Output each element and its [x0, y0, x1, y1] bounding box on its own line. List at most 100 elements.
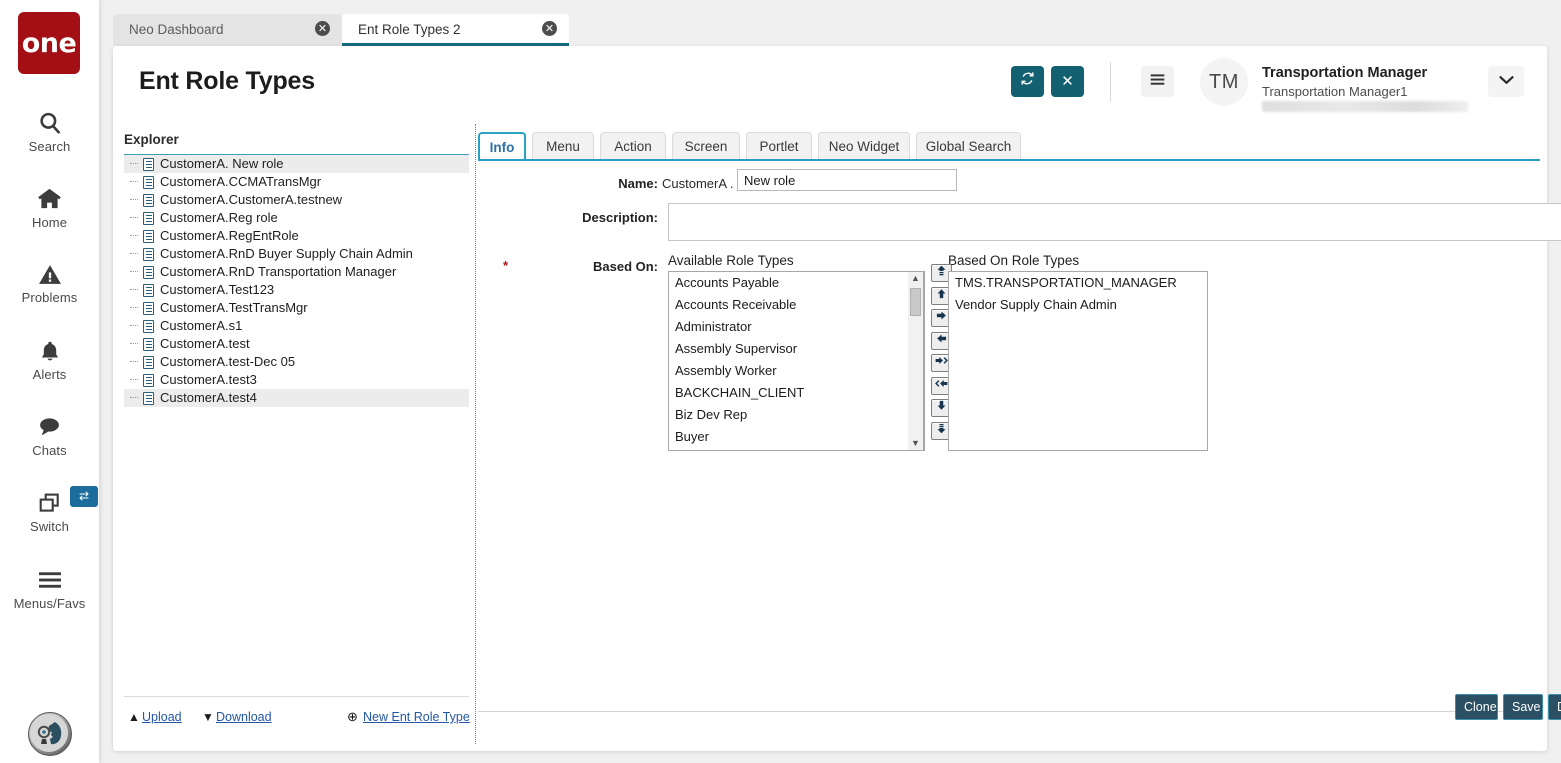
rail-item-menus-favs[interactable]: Menus/Favs — [0, 561, 99, 611]
tree-connector — [130, 289, 138, 291]
available-role-type-item[interactable]: Administrator — [669, 316, 924, 338]
explorer-list-item[interactable]: CustomerA. New role — [124, 155, 469, 173]
tab-menu[interactable]: Menu — [532, 132, 594, 160]
tab-portlet[interactable]: Portlet — [746, 132, 812, 160]
warning-triangle-icon — [0, 255, 99, 289]
tab-label: Menu — [546, 139, 580, 154]
tree-connector — [130, 379, 138, 381]
based-on-role-type-item[interactable]: TMS.TRANSPORTATION_MANAGER — [949, 272, 1207, 294]
explorer-list-item[interactable]: CustomerA.test-Dec 05 — [124, 353, 469, 371]
document-icon — [143, 212, 154, 225]
close-circle-icon[interactable]: ✕ — [315, 21, 330, 36]
based-on-label: Based On: — [508, 259, 658, 274]
app-card: Ent Role Types ✕ TM Transportation Manag… — [113, 46, 1547, 751]
rail-label-chats: Chats — [0, 443, 99, 458]
save-button[interactable]: Save — [1503, 694, 1543, 720]
tab-neo-widget[interactable]: Neo Widget — [818, 132, 910, 160]
available-role-type-item[interactable]: Biz Dev Rep — [669, 404, 924, 426]
rail-item-search[interactable]: Search — [0, 104, 99, 154]
description-input[interactable] — [668, 203, 1561, 241]
explorer-list-item[interactable]: CustomerA.RnD Transportation Manager — [124, 263, 469, 281]
tab-global-search[interactable]: Global Search — [916, 132, 1021, 160]
scroll-up-arrow-icon[interactable]: ▲ — [908, 272, 923, 285]
left-nav-rail: one Search Home Problems — [0, 0, 99, 763]
explorer-list-item[interactable]: CustomerA.Reg role — [124, 209, 469, 227]
rail-item-home[interactable]: Home — [0, 180, 99, 230]
document-icon — [143, 374, 154, 387]
available-role-type-item[interactable]: Assembly Worker — [669, 360, 924, 382]
explorer-list-item[interactable]: CustomerA.CCMATransMgr — [124, 173, 469, 191]
scrollbar-thumb[interactable] — [910, 288, 921, 316]
explorer-title: Explorer — [124, 132, 179, 147]
available-role-types-listbox[interactable]: Accounts PayableAccounts ReceivableAdmin… — [668, 271, 925, 451]
x-icon[interactable]: ✕ — [1051, 66, 1084, 97]
ai-assistant-avatar-icon[interactable] — [28, 712, 72, 756]
app-logo[interactable]: one — [18, 12, 80, 74]
close-circle-icon[interactable]: ✕ — [542, 21, 557, 36]
tree-connector — [130, 397, 138, 399]
page-header: Ent Role Types ✕ TM Transportation Manag… — [113, 46, 1547, 118]
available-role-type-item[interactable]: Buyer — [669, 426, 924, 448]
hamburger-menu-icon[interactable] — [1141, 66, 1174, 97]
explorer-list-item[interactable]: CustomerA.TestTransMgr — [124, 299, 469, 317]
based-on-role-types-listbox[interactable]: TMS.TRANSPORTATION_MANAGERVendor Supply … — [948, 271, 1208, 451]
document-icon — [143, 302, 154, 315]
delete-button[interactable]: Delete — [1548, 694, 1561, 720]
window-tab-ent-role-types-2[interactable]: Ent Role Types 2 ✕ — [342, 14, 569, 46]
explorer-list-item[interactable]: CustomerA.test4 — [124, 389, 469, 407]
explorer-item-label: CustomerA.test3 — [142, 372, 257, 387]
document-icon — [143, 392, 154, 405]
rail-item-problems[interactable]: Problems — [0, 255, 99, 305]
rail-label-alerts: Alerts — [0, 367, 99, 382]
description-label: Description: — [508, 210, 658, 225]
tree-connector — [130, 253, 138, 255]
explorer-list[interactable]: CustomerA. New roleCustomerA.CCMATransMg… — [124, 155, 469, 690]
available-role-type-item[interactable]: Accounts Payable — [669, 272, 924, 294]
tab-action[interactable]: Action — [600, 132, 666, 160]
arrow-down-icon: ▼ — [202, 710, 214, 724]
explorer-list-item[interactable]: CustomerA.Test123 — [124, 281, 469, 299]
explorer-item-label: CustomerA.TestTransMgr — [142, 300, 308, 315]
available-role-type-item[interactable]: Assembly Supervisor — [669, 338, 924, 360]
name-label: Name: — [538, 176, 658, 191]
rail-label-menus-favs: Menus/Favs — [0, 596, 99, 611]
swap-arrows-icon[interactable]: ⇄ — [70, 486, 98, 507]
tab-info[interactable]: Info — [478, 132, 526, 160]
document-icon — [143, 230, 154, 243]
download-link[interactable]: Download — [216, 710, 272, 724]
rail-item-chats[interactable]: Chats — [0, 408, 99, 458]
new-ent-role-type-link[interactable]: New Ent Role Type — [363, 710, 470, 724]
clone-button[interactable]: Clone — [1455, 694, 1498, 720]
based-on-role-type-item[interactable]: Vendor Supply Chain Admin — [949, 294, 1207, 316]
available-role-type-item[interactable]: Accounts Receivable — [669, 294, 924, 316]
explorer-list-item[interactable]: CustomerA.RegEntRole — [124, 227, 469, 245]
window-tab-neo-dashboard[interactable]: Neo Dashboard ✕ — [113, 14, 342, 46]
chevron-down-icon[interactable] — [1488, 66, 1524, 97]
explorer-item-label: CustomerA.CCMATransMgr — [142, 174, 321, 189]
explorer-list-item[interactable]: CustomerA.s1 — [124, 317, 469, 335]
explorer-list-item[interactable]: CustomerA.CustomerA.testnew — [124, 191, 469, 209]
user-role: Transportation Manager1 — [1262, 84, 1408, 99]
scroll-down-arrow-icon[interactable]: ▼ — [908, 437, 923, 450]
explorer-item-label: CustomerA.test — [142, 336, 250, 351]
tab-label: Global Search — [926, 139, 1012, 154]
avatar[interactable]: TM — [1200, 58, 1248, 106]
refresh-icon[interactable] — [1011, 66, 1044, 97]
based-on-role-types-caption: Based On Role Types — [948, 253, 1079, 268]
explorer-item-label: CustomerA.test4 — [142, 390, 257, 405]
tree-connector — [130, 217, 138, 219]
tab-screen[interactable]: Screen — [672, 132, 740, 160]
tree-connector — [130, 307, 138, 309]
name-input[interactable] — [737, 169, 957, 191]
available-list-scrollbar[interactable]: ▲ ▼ — [908, 271, 924, 451]
explorer-list-item[interactable]: CustomerA.RnD Buyer Supply Chain Admin — [124, 245, 469, 263]
available-role-type-item[interactable]: BACKCHAIN_CLIENT — [669, 382, 924, 404]
rail-item-alerts[interactable]: Alerts — [0, 332, 99, 382]
double-up-arrow-icon — [936, 267, 947, 278]
explorer-list-item[interactable]: CustomerA.test — [124, 335, 469, 353]
explorer-list-item[interactable]: CustomerA.test3 — [124, 371, 469, 389]
explorer-item-label: CustomerA.CustomerA.testnew — [142, 192, 342, 207]
document-icon — [143, 284, 154, 297]
upload-link[interactable]: Upload — [142, 710, 182, 724]
detail-panel: Info Menu ActionScreenPortletNeo Widget Glo… — [478, 132, 1540, 741]
